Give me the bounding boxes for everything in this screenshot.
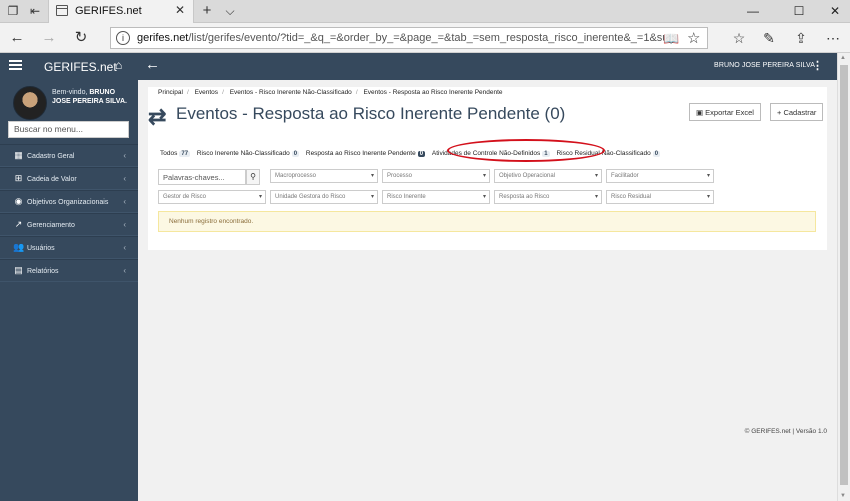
grid-icon: ▦ (14, 150, 23, 160)
favorites-hub-icon[interactable]: ☆ (728, 28, 750, 48)
target-icon: ◉ (14, 196, 23, 206)
sidebar-item-usuarios[interactable]: 👥 Usuários ‹ (0, 236, 138, 259)
export-excel-button[interactable]: ▣ Exportar Excel (689, 103, 761, 121)
browser-tab-bar: ❐ ⇤ GERIFES.net ✕ + ⌵ — ☐ ✕ (0, 0, 850, 23)
search-icon[interactable]: ⚲ (246, 169, 260, 185)
browser-tab[interactable]: GERIFES.net ✕ (48, 0, 194, 23)
back-arrow-icon[interactable]: ← (6, 28, 28, 48)
hamburger-menu-icon[interactable] (9, 60, 22, 71)
tab-close-icon[interactable]: ✕ (175, 3, 185, 17)
sidebar-item-objetivos[interactable]: ◉ Objetivos Organizacionais ‹ (0, 190, 138, 213)
main-content: Principal / Eventos / Eventos - Risco Iner… (138, 80, 837, 501)
new-tab-icon[interactable]: + (199, 3, 215, 19)
user-name[interactable]: BRUNO JOSE PEREIRA SILVA (714, 62, 815, 69)
tab-risco-inerente[interactable]: Risco Inerente Não-Classificado 0 (197, 150, 300, 157)
filter-gestor-risco[interactable]: Gestor de Risco ▾ (158, 190, 266, 204)
tab-manager-icon[interactable]: ❐ (5, 3, 21, 19)
scrollbar-thumb[interactable] (840, 65, 848, 485)
filter-processo[interactable]: Processo ▾ (382, 169, 490, 183)
filter-unidade-gestora[interactable]: Unidade Gestora do Risco ▾ (270, 190, 378, 204)
sidebar-item-cadeia-de-valor[interactable]: ⊞ Cadeia de Valor ‹ (0, 167, 138, 190)
menu-search-input[interactable]: Buscar no menu... (8, 121, 129, 138)
sidebar-item-label: Objetivos Organizacionais (27, 199, 109, 206)
annotation-highlight-ellipse (447, 139, 605, 162)
keyword-search-input[interactable]: Palavras-chaves... (158, 169, 246, 185)
sidebar-menu: ▦ Cadastro Geral ‹ ⊞ Cadeia de Valor ‹ ◉… (0, 144, 138, 282)
maximize-button[interactable]: ☐ (784, 2, 814, 20)
report-icon: ▤ (14, 265, 23, 275)
add-button[interactable]: + Cadastrar (770, 103, 824, 121)
page-scrollbar[interactable]: ▲ ▼ (837, 53, 850, 501)
url-input[interactable]: i gerifes.net/list/gerifes/evento/?tid=_… (110, 27, 708, 49)
web-note-icon[interactable]: ✎ (758, 28, 780, 48)
tab-todos[interactable]: Todos 77 (160, 150, 191, 157)
filter-objetivo-operacional[interactable]: Objetivo Operacional ▾ (494, 169, 602, 183)
sidebar-item-label: Gerenciamento (27, 222, 75, 229)
chevron-left-icon: ‹ (123, 197, 126, 206)
forward-arrow-icon[interactable]: → (38, 28, 60, 48)
refresh-icon[interactable]: ↻ (70, 28, 92, 48)
sidebar-item-label: Cadeia de Valor (27, 176, 77, 183)
breadcrumb-item: Eventos - Resposta ao Risco Inerente Pen… (363, 89, 503, 96)
chevron-left-icon: ‹ (123, 243, 126, 252)
welcome-text: Bem-vindo, BRUNO JOSE PEREIRA SILVA. (52, 89, 127, 105)
app-navbar: GERIFES.net ⌂ ← BRUNO JOSE PEREIRA SILVA… (0, 53, 837, 80)
breadcrumb-item[interactable]: Eventos (195, 89, 219, 96)
more-menu-icon[interactable]: ⋯ (822, 28, 844, 48)
tab-title: GERIFES.net (75, 5, 142, 17)
back-arrow-icon[interactable]: ← (145, 56, 160, 73)
sidebar-item-relatorios[interactable]: ▤ Relatórios ‹ (0, 259, 138, 282)
sidebar: Bem-vindo, BRUNO JOSE PEREIRA SILVA. Bus… (0, 80, 138, 501)
list-panel: Principal / Eventos / Eventos - Risco Iner… (148, 87, 827, 250)
avatar (13, 86, 47, 120)
filter-resposta-risco[interactable]: Resposta ao Risco ▾ (494, 190, 602, 204)
footer-text: © GERIFES.net | Versão 1.0 (744, 428, 827, 435)
sidebar-item-label: Relatórios (27, 268, 59, 275)
chevron-left-icon: ‹ (123, 220, 126, 229)
filter-risco-residual[interactable]: Risco Residual ▾ (606, 190, 714, 204)
browser-address-bar: ← → ↻ i gerifes.net/list/gerifes/evento/… (0, 23, 850, 53)
chart-line-icon: ↗ (14, 219, 23, 229)
filter-risco-inerente[interactable]: Risco Inerente ▾ (382, 190, 490, 204)
chevron-left-icon: ‹ (123, 266, 126, 275)
url-text: gerifes.net/list/gerifes/evento/?tid=_&q… (137, 32, 667, 44)
kebab-menu-icon[interactable]: ⋮ (812, 59, 823, 72)
sidebar-item-gerenciamento[interactable]: ↗ Gerenciamento ‹ (0, 213, 138, 236)
share-icon[interactable]: ⇪ (790, 28, 812, 48)
sidebar-item-label: Cadastro Geral (27, 153, 75, 160)
close-window-button[interactable]: ✕ (820, 2, 850, 20)
scroll-up-icon[interactable]: ▲ (840, 55, 846, 61)
sidebar-item-label: Usuários (27, 245, 55, 252)
sitemap-icon: ⊞ (14, 173, 23, 183)
breadcrumb-item[interactable]: Eventos - Risco Inerente Não-Classificad… (230, 89, 352, 96)
home-icon[interactable]: ⌂ (115, 58, 122, 72)
breadcrumb: Principal / Eventos / Eventos - Risco Iner… (158, 89, 503, 96)
page-title: Eventos - Resposta ao Risco Inerente Pen… (176, 104, 566, 123)
page-favicon-icon (56, 5, 68, 16)
set-aside-tabs-icon[interactable]: ⇤ (27, 3, 43, 19)
chevron-left-icon: ‹ (123, 151, 126, 160)
filter-macroprocesso[interactable]: Macroprocesso ▾ (270, 169, 378, 183)
reading-view-icon[interactable]: 📖 (663, 31, 679, 47)
breadcrumb-item[interactable]: Principal (158, 89, 183, 96)
favorite-star-icon[interactable]: ☆ (687, 29, 700, 47)
sidebar-item-cadastro-geral[interactable]: ▦ Cadastro Geral ‹ (0, 144, 138, 167)
empty-result-alert: Nenhum registro encontrado. (158, 211, 816, 232)
filter-facilitador[interactable]: Facilitador ▾ (606, 169, 714, 183)
minimize-button[interactable]: — (738, 2, 768, 20)
site-info-icon[interactable]: i (116, 31, 130, 45)
retweet-icon: ⇄ (148, 104, 167, 129)
chevron-left-icon: ‹ (123, 174, 126, 183)
users-icon: 👥 (13, 242, 25, 252)
chevron-down-icon[interactable]: ⌵ (222, 3, 238, 19)
tab-resposta-risco[interactable]: Resposta ao Risco Inerente Pendente 0 (306, 150, 426, 157)
brand-logo[interactable]: GERIFES.net (44, 60, 117, 74)
scroll-down-icon[interactable]: ▼ (840, 493, 846, 499)
